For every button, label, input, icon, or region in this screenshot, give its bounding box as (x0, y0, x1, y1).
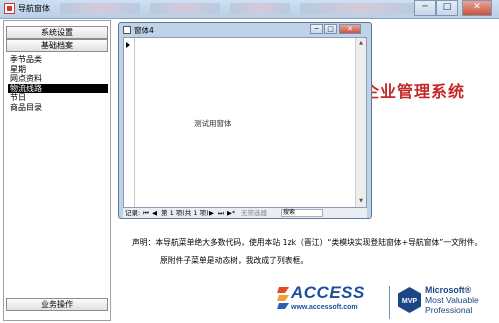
system-settings-button[interactable]: 系统设置 (6, 26, 108, 39)
minimize-button[interactable]: ─ (414, 0, 436, 16)
form-window[interactable]: 窗体4 ─ □ ✕ 测试用窗体 ▲ ▼ 记录: ⏮ ◀ 第 1 项(共 1 项)… (118, 22, 372, 219)
scroll-down-icon[interactable]: ▼ (357, 197, 365, 206)
access-wordmark: ACCESS (291, 283, 365, 302)
form-icon (123, 26, 131, 34)
form-maximize-button[interactable]: □ (324, 24, 337, 34)
declaration-line-2: 原附件子菜单是动态树，我改成了列表框。 (160, 256, 309, 265)
prev-record-button[interactable]: ◀ (152, 208, 157, 218)
close-button[interactable]: ✕ (462, 0, 492, 16)
record-position[interactable]: 第 1 项(共 1 项) (161, 208, 209, 218)
new-record-button[interactable]: ▶* (227, 208, 235, 218)
form-minimize-button[interactable]: ─ (310, 24, 323, 34)
business-ops-button[interactable]: 业务操作 (6, 298, 108, 311)
form-body: 测试用窗体 ▲ ▼ (123, 37, 367, 208)
mvp-logo: MVP Microsoft® Most Valuable Professiona… (398, 283, 499, 323)
access-logo: ACCESS www.accessoft.com (277, 283, 389, 319)
access-url: www.accessoft.com (291, 304, 358, 311)
basic-files-button[interactable]: 基础档案 (6, 39, 108, 52)
filter-status[interactable]: 无筛选器 (241, 208, 267, 218)
mvp-line-2: Most Valuable (425, 295, 479, 305)
record-label: 记录: (125, 209, 141, 217)
next-record-button[interactable]: ▶ (209, 208, 214, 218)
list-item[interactable]: 商品目录 (8, 103, 108, 113)
list-item[interactable]: 季节品类 (8, 55, 108, 65)
form-close-button[interactable]: ✕ (339, 24, 361, 34)
list-item[interactable]: 节日 (8, 93, 108, 103)
mvp-badge-icon: MVP (398, 287, 421, 313)
record-navigation-bar: 记录: ⏮ ◀ 第 1 项(共 1 项) ▶ ⏭ ▶* 无筛选器 搜索 (123, 208, 367, 218)
form-title: 窗体4 (134, 26, 154, 35)
first-record-button[interactable]: ⏮ (143, 208, 149, 218)
record-selector[interactable] (124, 38, 135, 207)
navigation-sidebar: 系统设置 基础档案 季节品类 星期 网点资料 物流线路 节日 商品目录 业务操作 (3, 20, 111, 321)
current-record-icon (126, 42, 130, 48)
search-input[interactable]: 搜索 (281, 209, 323, 217)
maximize-button[interactable]: □ (436, 0, 458, 16)
window-title: 导航窗体 (18, 4, 50, 13)
mvp-line-3: Professional (425, 305, 473, 315)
test-form-label: 测试用窗体 (194, 119, 232, 128)
logo-divider (389, 286, 390, 319)
form-title-bar[interactable]: 窗体4 ─ □ ✕ (119, 23, 371, 37)
menu-listbox[interactable]: 季节品类 星期 网点资料 物流线路 节日 商品目录 (8, 55, 108, 112)
blurred-tab (300, 3, 420, 14)
mvp-badge-text: MVP (402, 298, 418, 305)
scroll-up-icon[interactable]: ▲ (357, 39, 365, 48)
declaration: 声明：本导航菜单绝大多数代码，使用本站 1zk（晋江）“类模块实现登陆窗体+导航… (132, 236, 499, 268)
last-record-button[interactable]: ⏭ (218, 208, 224, 218)
declaration-line-1: 声明：本导航菜单绝大多数代码，使用本站 1zk（晋江）“类模块实现登陆窗体+导航… (132, 238, 483, 247)
mvp-line-1: Microsoft® (425, 285, 472, 295)
list-item[interactable]: 网点资料 (8, 74, 108, 84)
app-icon (4, 3, 15, 14)
vertical-scrollbar[interactable]: ▲ ▼ (355, 38, 366, 207)
title-bar: 导航窗体 ─ □ ✕ (0, 0, 499, 19)
system-banner: 企业管理系统 (363, 82, 466, 101)
blurred-tab (150, 3, 220, 14)
blurred-tab (60, 3, 140, 14)
list-item[interactable]: 星期 (8, 65, 108, 75)
blurred-tab (230, 3, 290, 14)
access-mark-icon (277, 287, 289, 309)
list-item-selected[interactable]: 物流线路 (8, 83, 108, 93)
